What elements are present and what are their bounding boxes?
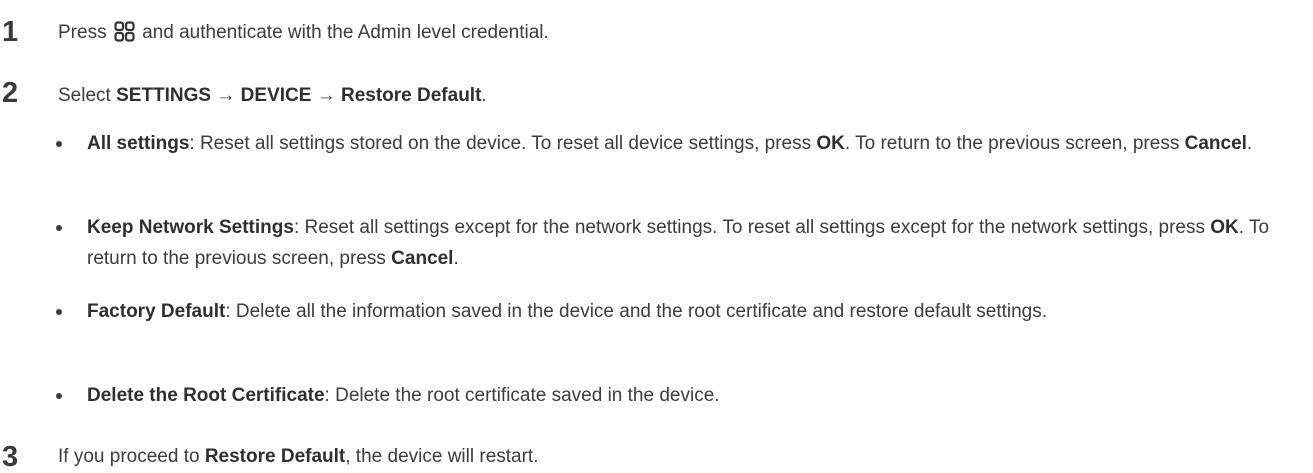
option-title: Keep Network Settings — [87, 217, 294, 238]
restore-default-label: Restore Default — [204, 446, 346, 467]
option-description: : Delete the root certificate saved in t… — [324, 385, 720, 406]
bullet-dot — [56, 141, 62, 147]
menu-path-settings: SETTINGS — [116, 85, 212, 106]
step-number: 1 — [2, 16, 19, 48]
option-description: : Delete all the information saved in th… — [225, 301, 1048, 322]
step-text-after: and authenticate with the Admin level cr… — [142, 22, 549, 43]
option-title: All settings — [87, 133, 190, 154]
list-item-text: All settings: Reset all settings stored … — [87, 128, 1307, 159]
option-title: Factory Default — [87, 301, 226, 322]
option-description: : Reset all settings except for the netw… — [293, 217, 1205, 238]
list-item-text: Factory Default: Delete all the informat… — [87, 296, 1307, 327]
menu-path-device: DEVICE — [240, 85, 312, 106]
option-end: . — [453, 248, 459, 269]
option-description-continued: . To return to the previous screen, pres… — [844, 133, 1180, 154]
ok-label: OK — [816, 133, 845, 154]
list-item-text: Delete the Root Certificate: Delete the … — [87, 380, 1307, 411]
step-text-before: If you proceed to — [58, 446, 200, 467]
option-title: Delete the Root Certificate — [87, 385, 325, 406]
option-end: . — [1246, 133, 1253, 154]
cancel-label: Cancel — [391, 248, 454, 269]
bullet-dot — [56, 309, 62, 315]
bullet-dot — [56, 225, 62, 231]
step-suffix: . — [481, 85, 487, 106]
step-prefix: Select — [58, 85, 111, 106]
arrow: → — [316, 85, 336, 106]
list-item-text: Keep Network Settings: Reset all setting… — [87, 212, 1307, 274]
ok-label: OK — [1210, 217, 1239, 238]
step-number: 3 — [2, 441, 19, 473]
step-text-before: Press — [58, 22, 107, 43]
step-text: Press and authenticate with the Admin le… — [58, 21, 549, 49]
cancel-label: Cancel — [1184, 133, 1247, 154]
step-number: 2 — [2, 77, 19, 109]
arrow: → — [216, 85, 236, 106]
bullet-dot — [56, 393, 62, 399]
step-text: Select SETTINGS → DEVICE → Restore Defau… — [58, 85, 487, 108]
step-text: If you proceed to Restore Default, the d… — [58, 446, 539, 469]
step-text-after: , the device will restart. — [345, 446, 539, 467]
option-description: : Reset all settings stored on the devic… — [189, 133, 812, 154]
grid-icon — [114, 21, 135, 49]
menu-path-restore-default: Restore Default — [340, 85, 482, 106]
